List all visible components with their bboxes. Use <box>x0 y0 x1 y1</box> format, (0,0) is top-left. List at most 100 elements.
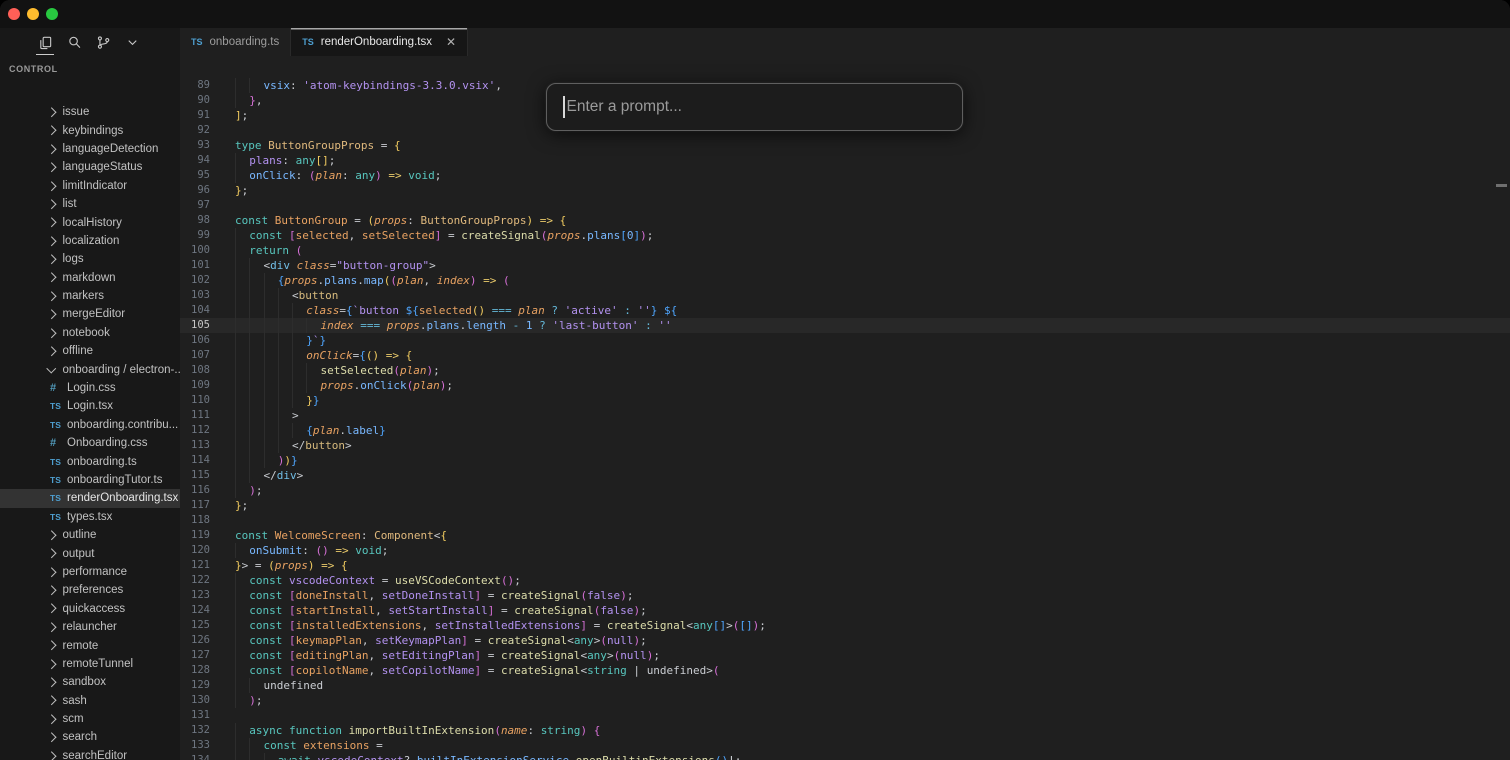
code-line[interactable]: 113</button> <box>180 438 1510 453</box>
code-line[interactable]: 108setSelected(plan); <box>180 363 1510 378</box>
code-line[interactable]: 126const [keymapPlan, setKeymapPlan] = c… <box>180 633 1510 648</box>
tree-item-issue[interactable]: issue <box>0 103 180 121</box>
tree-item-types-tsx[interactable]: TStypes.tsx <box>0 508 180 526</box>
code-area[interactable]: 89vsix: 'atom-keybindings-3.3.0.vsix',90… <box>180 56 1510 760</box>
code-line[interactable]: 117}; <box>180 498 1510 513</box>
indent-guide <box>235 438 249 453</box>
code-line[interactable]: 120onSubmit: () => void; <box>180 543 1510 558</box>
code-line[interactable]: 93type ButtonGroupProps = { <box>180 138 1510 153</box>
code-line[interactable]: 109props.onClick(plan); <box>180 378 1510 393</box>
tree-item-login-css[interactable]: #Login.css <box>0 379 180 397</box>
code-line[interactable]: 129undefined <box>180 678 1510 693</box>
code-line[interactable]: 94plans: any[]; <box>180 153 1510 168</box>
tree-item-renderonboarding-tsx[interactable]: TSrenderOnboarding.tsx <box>0 489 180 507</box>
code-line[interactable]: 116); <box>180 483 1510 498</box>
tree-item-onboarding-electron[interactable]: onboarding / electron-... <box>0 360 180 378</box>
tree-item-label: logs <box>63 253 84 265</box>
tree-item-searcheditor[interactable]: searchEditor <box>0 747 180 760</box>
code-line[interactable]: 105index === props.plans.length - 1 ? 'l… <box>180 318 1510 333</box>
code-token: ) <box>620 589 627 602</box>
code-line[interactable]: 104class={`button ${selected() === plan … <box>180 303 1510 318</box>
minimize-button[interactable] <box>27 8 39 20</box>
code-line[interactable]: 134await vscodeContext?.builtInExtension… <box>180 753 1510 760</box>
tree-item-remotetunnel[interactable]: remoteTunnel <box>0 655 180 673</box>
tree-item-markdown[interactable]: markdown <box>0 269 180 287</box>
code-line[interactable]: 110}} <box>180 393 1510 408</box>
code-line[interactable]: 97 <box>180 198 1510 213</box>
tree-item-relauncher[interactable]: relauncher <box>0 618 180 636</box>
tree-item-offline[interactable]: offline <box>0 342 180 360</box>
code-line[interactable]: 111> <box>180 408 1510 423</box>
code-line[interactable]: 118 <box>180 513 1510 528</box>
tree-item-onboarding-contribu[interactable]: TSonboarding.contribu... <box>0 416 180 434</box>
tree-item-logs[interactable]: logs <box>0 250 180 268</box>
code-text: }; <box>235 183 1510 198</box>
code-line[interactable]: 122const vscodeContext = useVSCodeContex… <box>180 573 1510 588</box>
code-line[interactable]: 133const extensions = <box>180 738 1510 753</box>
tab-renderonboarding-tsx[interactable]: TSrenderOnboarding.tsx✕ <box>291 28 468 56</box>
files-icon[interactable] <box>36 30 54 54</box>
code-line[interactable]: 123const [doneInstall, setDoneInstall] =… <box>180 588 1510 603</box>
code-line[interactable]: 132async function importBuiltInExtension… <box>180 723 1510 738</box>
tree-item-preferences[interactable]: preferences <box>0 581 180 599</box>
code-token: , <box>349 229 362 242</box>
chevron-down-icon[interactable] <box>123 30 141 54</box>
tree-item-output[interactable]: output <box>0 544 180 562</box>
code-line[interactable]: 115</div> <box>180 468 1510 483</box>
code-line[interactable]: 124const [startInstall, setStartInstall]… <box>180 603 1510 618</box>
tree-item-languagestatus[interactable]: languageStatus <box>0 158 180 176</box>
tree-item-onboarding-css[interactable]: #Onboarding.css <box>0 434 180 452</box>
code-line[interactable]: 107onClick={() => { <box>180 348 1510 363</box>
tree-item-sandbox[interactable]: sandbox <box>0 673 180 691</box>
code-line[interactable]: 101<div class="button-group"> <box>180 258 1510 273</box>
code-line[interactable]: 106}`} <box>180 333 1510 348</box>
tree-item-markers[interactable]: markers <box>0 287 180 305</box>
tree-item-limitindicator[interactable]: limitIndicator <box>0 177 180 195</box>
code-line[interactable]: 103<button <box>180 288 1510 303</box>
code-line[interactable]: 96}; <box>180 183 1510 198</box>
prompt-input[interactable]: Enter a prompt... <box>546 83 963 131</box>
search-icon[interactable] <box>65 30 83 54</box>
close-button[interactable] <box>8 8 20 20</box>
code-token <box>657 304 664 317</box>
tree-item-performance[interactable]: performance <box>0 563 180 581</box>
code-line[interactable]: 125const [installedExtensions, setInstal… <box>180 618 1510 633</box>
tree-item-search[interactable]: search <box>0 728 180 746</box>
explorer-section-header[interactable]: CONTROL <box>0 56 180 78</box>
tree-item-login-tsx[interactable]: TSLogin.tsx <box>0 397 180 415</box>
tree-item-keybindings[interactable]: keybindings <box>0 121 180 139</box>
tree-item-outline[interactable]: outline <box>0 526 180 544</box>
code-line[interactable]: 119const WelcomeScreen: Component<{ <box>180 528 1510 543</box>
code-line[interactable]: 114))} <box>180 453 1510 468</box>
tree-item-onboarding-ts[interactable]: TSonboarding.ts <box>0 452 180 470</box>
code-line[interactable]: 95onClick: (plan: any) => void; <box>180 168 1510 183</box>
code-line[interactable]: 98const ButtonGroup = (props: ButtonGrou… <box>180 213 1510 228</box>
code-line[interactable]: 100return ( <box>180 243 1510 258</box>
tree-item-localization[interactable]: localization <box>0 232 180 250</box>
source-control-icon[interactable] <box>94 30 112 54</box>
tab-onboarding-ts[interactable]: TSonboarding.ts <box>180 28 291 56</box>
code-line[interactable]: 131 <box>180 708 1510 723</box>
tree-item-quickaccess[interactable]: quickaccess <box>0 600 180 618</box>
code-line[interactable]: 112{plan.label} <box>180 423 1510 438</box>
tree-item-remote[interactable]: remote <box>0 636 180 654</box>
code-line[interactable]: 102{props.plans.map((plan, index) => ( <box>180 273 1510 288</box>
code-line[interactable]: 121}> = (props) => { <box>180 558 1510 573</box>
code-token: `button <box>353 304 406 317</box>
code-line[interactable]: 127const [editingPlan, setEditingPlan] =… <box>180 648 1510 663</box>
tree-item-languagedetection[interactable]: languageDetection <box>0 140 180 158</box>
close-icon[interactable]: ✕ <box>446 35 456 49</box>
code-line[interactable]: 128const [copilotName, setCopilotName] =… <box>180 663 1510 678</box>
code-token: ; <box>640 634 647 647</box>
tree-item-mergeeditor[interactable]: mergeEditor <box>0 305 180 323</box>
zoom-button[interactable] <box>46 8 58 20</box>
code-token: ; <box>242 499 249 512</box>
code-line[interactable]: 130); <box>180 693 1510 708</box>
tree-item-notebook[interactable]: notebook <box>0 324 180 342</box>
tree-item-localhistory[interactable]: localHistory <box>0 213 180 231</box>
tree-item-sash[interactable]: sash <box>0 692 180 710</box>
tree-item-onboardingtutor-ts[interactable]: TSonboardingTutor.ts <box>0 471 180 489</box>
tree-item-scm[interactable]: scm <box>0 710 180 728</box>
tree-item-list[interactable]: list <box>0 195 180 213</box>
code-line[interactable]: 99const [selected, setSelected] = create… <box>180 228 1510 243</box>
